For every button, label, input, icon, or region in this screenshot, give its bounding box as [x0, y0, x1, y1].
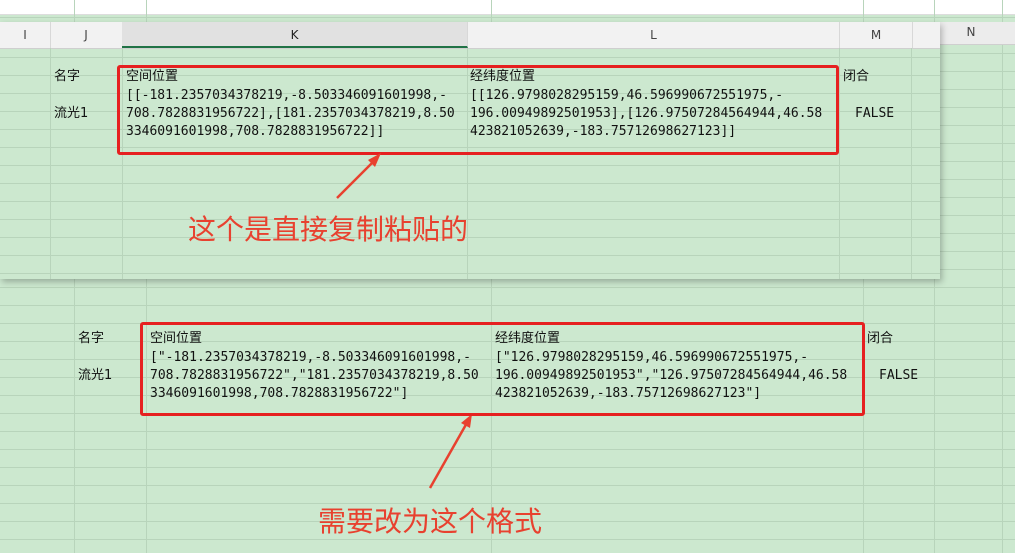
row-name-cell[interactable]: 流光1 — [78, 367, 112, 385]
red-highlight-box — [140, 322, 865, 416]
closed-header-cell[interactable]: 闭合 — [867, 330, 893, 348]
arrow-icon — [336, 153, 472, 489]
annotation-direct-paste: 这个是直接复制粘贴的 — [188, 213, 469, 246]
annotation-required-format: 需要改为这个格式 — [318, 505, 543, 538]
name-header-cell[interactable]: 名字 — [78, 330, 104, 348]
closed-value-cell[interactable]: FALSE — [879, 367, 918, 385]
